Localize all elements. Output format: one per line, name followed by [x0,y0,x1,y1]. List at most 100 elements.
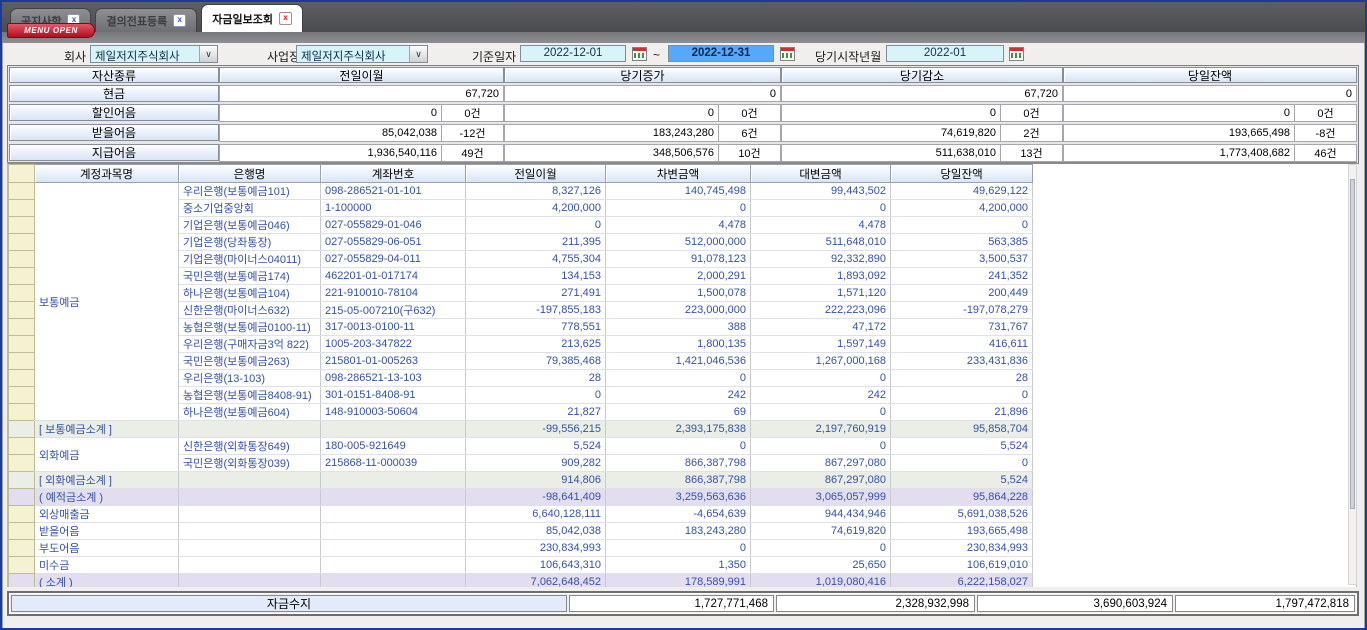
row-selector[interactable] [9,268,35,285]
cell-prev: 211,395 [466,234,606,251]
summary-amount: 85,042,038 [219,124,442,142]
cell-balance: 95,858,704 [891,421,1033,438]
row-selector[interactable] [9,200,35,217]
grid-header-cell: 계좌번호 [321,165,466,183]
close-icon[interactable]: x [173,14,186,27]
vertical-scrollbar[interactable] [1348,164,1357,585]
row-selector[interactable] [9,319,35,336]
row-selector[interactable] [9,574,35,588]
row-selector[interactable] [9,285,35,302]
tab-label: 자금일보조회 [212,11,273,27]
row-selector[interactable] [9,557,35,574]
row-selector[interactable] [9,455,35,472]
row-selector[interactable] [9,438,35,455]
calendar-icon[interactable] [632,47,647,61]
cell-balance: -197,078,279 [891,302,1033,319]
summary-amount: 1,936,540,116 [219,144,442,162]
cell-bank: 우리은행(구매자금3억 822) [179,336,321,353]
row-selector[interactable] [9,540,35,557]
funds-balance-row: 자금수지1,727,771,4682,328,932,9983,690,603,… [7,591,1359,616]
summary-count: 13건 [1001,144,1063,162]
cell-prev: 134,153 [466,268,606,285]
summary-col: 348,506,57610건 [504,144,781,162]
cell-prev: -99,556,215 [466,421,606,438]
summary-col: 67,720 [219,85,504,102]
cell-account: ( 소계 ) [35,574,179,588]
date-from-input[interactable]: 2022-12-01 [520,45,626,62]
cell-debit: 388 [606,319,751,336]
cell-bank: 농협은행(보통예금0100-11) [179,319,321,336]
table-row: 미수금106,643,3101,35025,650106,619,010 [9,557,1033,574]
menu-open-button[interactable]: MENU OPEN [7,23,95,38]
summary-count: 0건 [442,104,504,122]
chevron-down-icon[interactable]: ∨ [199,46,217,62]
row-selector[interactable] [9,336,35,353]
tab-3[interactable]: 자금일보조회 x [201,4,303,32]
summary-row-label: 현금 [9,85,219,102]
row-selector[interactable] [9,234,35,251]
cell-bank: 중소기업중앙회 [179,200,321,217]
funds-balance-value: 1,727,771,468 [569,595,774,612]
row-selector[interactable] [9,251,35,268]
cell-credit: 47,172 [751,319,891,336]
row-selector[interactable] [9,183,35,200]
cell-account: 부도어음 [35,540,179,557]
cell-balance: 106,619,010 [891,557,1033,574]
summary-amount: 67,720 [781,85,1063,102]
chevron-down-icon[interactable]: ∨ [409,46,427,62]
summary-row-label: 지급어음 [9,144,219,161]
summary-count: 46건 [1295,144,1357,162]
row-selector[interactable] [9,472,35,489]
tab-2[interactable]: 결의전표등록x [95,8,197,32]
cell-debit: 1,421,046,536 [606,353,751,370]
close-icon[interactable]: x [279,12,292,25]
calendar-icon[interactable] [780,47,795,61]
cell-balance: 563,385 [891,234,1033,251]
period-start-input[interactable]: 2022-01 [886,45,1004,62]
cell-balance: 5,524 [891,472,1033,489]
cell-balance: 4,200,000 [891,200,1033,217]
calendar-icon[interactable] [1009,47,1024,61]
row-selector[interactable] [9,353,35,370]
row-selector[interactable] [9,404,35,421]
cell-credit: 0 [751,370,891,387]
row-selector[interactable] [9,302,35,319]
row-selector[interactable] [9,421,35,438]
cell-bank: 농협은행(보통예금8408-91) [179,387,321,404]
cell-debit: 866,387,798 [606,455,751,472]
summary-col: 74,619,8202건 [781,124,1063,142]
cell-prev: 914,806 [466,472,606,489]
cell-debit: 4,478 [606,217,751,234]
grid-header-cell: 당일잔액 [891,165,1033,183]
cell-balance: 241,352 [891,268,1033,285]
row-selector[interactable] [9,217,35,234]
cell-account-no: 462201-01-017174 [321,268,466,285]
row-selector[interactable] [9,370,35,387]
company-select[interactable]: 제일저지주식회사 ∨ [90,45,218,63]
row-selector[interactable] [9,506,35,523]
cell-balance: 731,767 [891,319,1033,336]
site-select[interactable]: 제일저지주식회사 ∨ [296,45,428,63]
row-selector[interactable] [9,523,35,540]
cell-bank: 신한은행(외화통장649) [179,438,321,455]
row-selector-header [9,165,35,183]
scrollbar-thumb[interactable] [1350,179,1355,509]
cell-account: 받을어음 [35,523,179,540]
cell-credit: 0 [751,404,891,421]
cell-balance: 200,449 [891,285,1033,302]
cell-bank: 신한은행(마이너스632) [179,302,321,319]
grid-header-cell: 차변금액 [606,165,751,183]
cell-debit: 512,000,000 [606,234,751,251]
row-selector[interactable] [9,387,35,404]
date-to-input[interactable]: 2022-12-31 [668,45,774,62]
cell-prev: 106,643,310 [466,557,606,574]
cell-account-no [321,421,466,438]
summary-col: 0 [1063,85,1357,102]
summary-count: 10건 [719,144,781,162]
cell-bank: 우리은행(13-103) [179,370,321,387]
cell-account-no: 221-910010-78104 [321,285,466,302]
grid-header-cell: 계정과목명 [35,165,179,183]
cell-account: ( 예적금소계 ) [35,489,179,506]
row-selector[interactable] [9,489,35,506]
cell-credit: 1,267,000,168 [751,353,891,370]
